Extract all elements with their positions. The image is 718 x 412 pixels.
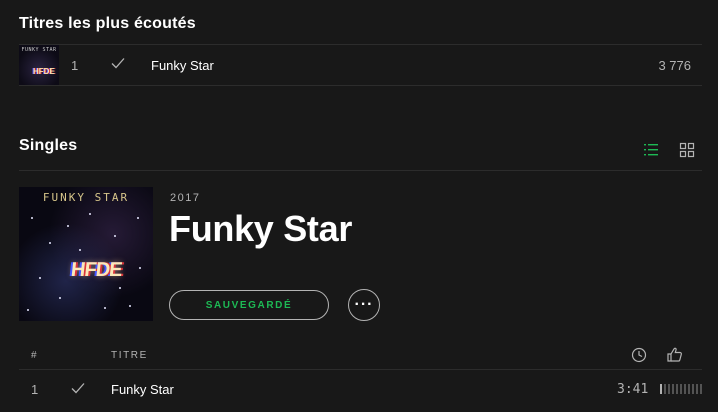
clock-icon [631,347,647,368]
divider [19,170,702,171]
track-number: 1 [31,382,39,397]
popularity-tick [660,384,662,394]
popularity-tick [680,384,682,394]
popularity-tick [692,384,694,394]
cover-logo-text: HFDE [69,259,123,281]
popularity-tick [676,384,678,394]
release-title[interactable]: Funky Star [169,208,352,250]
track-number: 1 [71,58,79,73]
cover-title-text: FUNKY STAR [21,47,57,53]
album-cover[interactable]: FUNKY STAR HFDE [19,187,153,321]
popularity-tick [700,384,702,394]
popularity-tick [688,384,690,394]
release-year: 2017 [170,192,201,204]
divider [19,85,702,86]
track-duration: 3:41 [617,382,649,397]
singles-heading: Singles [19,137,78,154]
more-options-button[interactable]: ··· [348,289,380,321]
cover-logo-text: HFDE [33,67,55,76]
track-title[interactable]: Funky Star [151,58,214,73]
track-cover-thumbnail: FUNKY STAR HFDE [19,45,59,85]
popularity-tick [668,384,670,394]
column-header-title: TITRE [111,350,148,361]
popularity-tick [684,384,686,394]
popularity-tick [696,384,698,394]
grid-view-icon[interactable] [679,142,695,158]
popularity-indicator [660,384,702,394]
popularity-tick [664,384,666,394]
list-view-icon[interactable] [643,142,659,158]
column-header-number: # [31,350,39,361]
release-track-row[interactable]: 1 Funky Star 3:41 [19,370,702,408]
top-track-row[interactable]: FUNKY STAR HFDE 1 Funky Star 3 776 [19,45,702,85]
track-play-count: 3 776 [658,58,691,73]
checkmark-icon[interactable] [70,380,86,401]
thumbs-up-icon [666,346,683,368]
top-tracks-heading: Titres les plus écoutés [19,15,196,32]
checkmark-icon[interactable] [110,55,126,76]
cover-title-text: FUNKY STAR [42,191,130,204]
track-title[interactable]: Funky Star [111,382,174,397]
saved-button[interactable]: SAUVEGARDÉ [169,290,329,320]
popularity-tick [672,384,674,394]
